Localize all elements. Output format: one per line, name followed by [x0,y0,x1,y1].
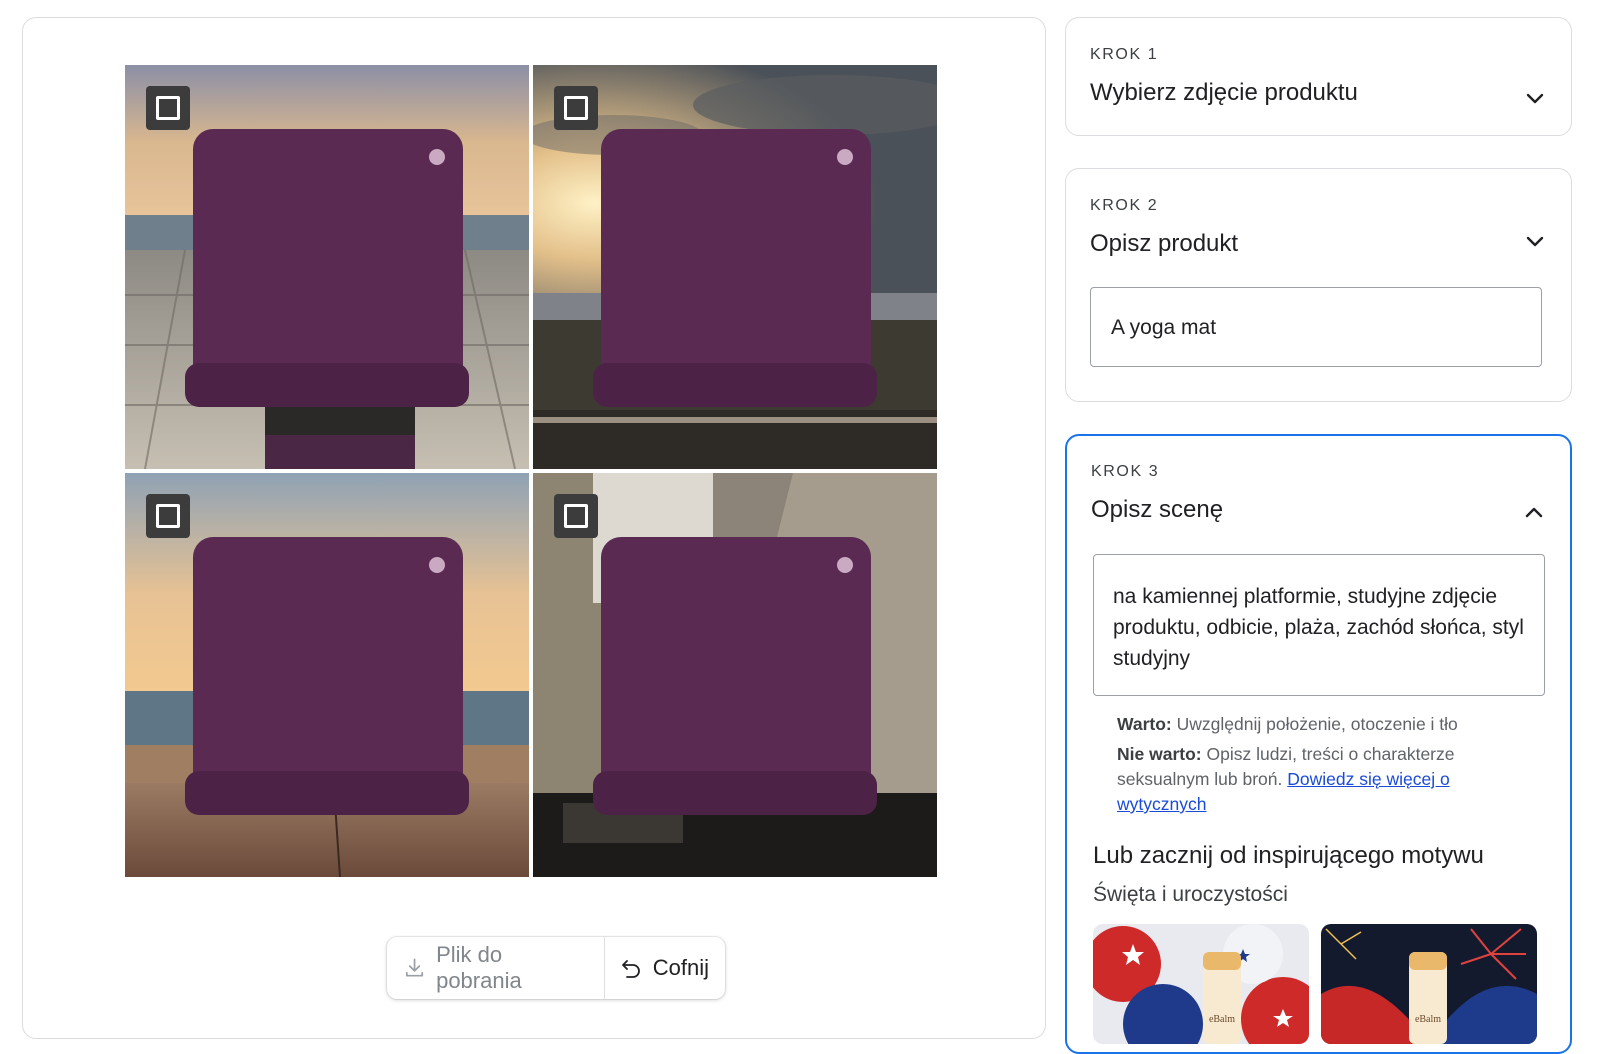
select-image-3-checkbox[interactable] [146,494,190,538]
step-3-title: Opisz scenę [1091,496,1224,523]
download-icon [405,958,424,977]
chevron-down-icon[interactable] [1523,229,1547,253]
select-image-4-checkbox[interactable] [554,494,598,538]
chevron-up-icon[interactable] [1522,501,1546,525]
product-description-input[interactable]: A yoga mat [1090,287,1542,367]
step-2-title: Opisz produkt [1090,230,1239,257]
generated-image-4[interactable] [533,473,937,877]
hint-do: Warto: Uwzględnij położenie, otoczenie i… [1117,712,1507,737]
select-image-2-checkbox[interactable] [554,86,598,130]
step-3-card[interactable]: KROK 3 Opisz scenę na kamiennej platform… [1065,434,1572,1054]
generated-image-1[interactable] [125,65,529,469]
theme-balloons-image: eBalm [1093,924,1309,1044]
image-preview-panel: Plik do pobrania Cofnij [22,17,1046,1039]
hint-dont-label: Nie warto: [1117,744,1202,764]
step-1-label: KROK 1 [1090,46,1159,63]
theme-2-product-label: eBalm [1415,1014,1441,1025]
step-3-label: KROK 3 [1091,463,1160,480]
hint-do-label: Warto: [1117,714,1172,734]
undo-label: Cofnij [652,955,709,980]
themes-category: Święta i uroczystości [1093,883,1288,906]
download-button[interactable]: Plik do pobrania [387,937,605,999]
undo-button[interactable]: Cofnij [605,937,725,999]
generated-images-grid [125,65,937,877]
hint-dont: Nie warto: Opisz ludzi, treści o charakt… [1117,742,1507,817]
step-2-label: KROK 2 [1090,197,1159,214]
hint-do-text: Uwzględnij położenie, otoczenie i tło [1176,714,1458,734]
generated-image-2[interactable] [533,65,937,469]
select-image-1-checkbox[interactable] [146,86,190,130]
scene-description-textarea[interactable]: na kamiennej platformie, studyjne zdjęci… [1093,554,1545,696]
image-actions-bar: Plik do pobrania Cofnij [387,937,725,999]
undo-icon [621,960,640,978]
theme-card-fireworks[interactable]: eBalm [1321,924,1537,1044]
theme-fireworks-image: eBalm [1321,924,1537,1044]
chevron-down-icon[interactable] [1523,86,1547,110]
download-label: Plik do pobrania [436,942,522,993]
step-1-card[interactable]: KROK 1 Wybierz zdjęcie produktu [1065,17,1572,136]
generated-image-3[interactable] [125,473,529,877]
theme-card-balloons[interactable]: eBalm [1093,924,1309,1044]
themes-title: Lub zacznij od inspirującego motywu [1093,842,1484,869]
step-2-card[interactable]: KROK 2 Opisz produkt A yoga mat [1065,168,1572,402]
theme-1-product-label: eBalm [1209,1014,1235,1025]
step-1-title: Wybierz zdjęcie produktu [1090,79,1358,106]
